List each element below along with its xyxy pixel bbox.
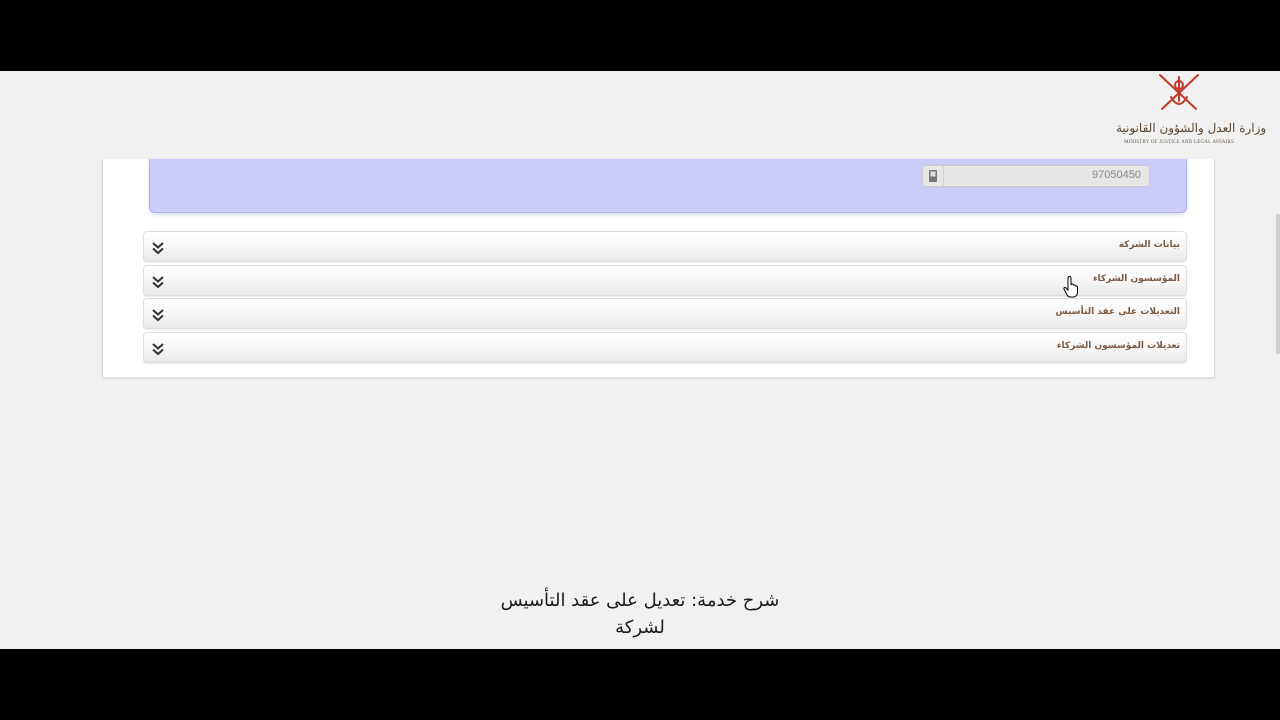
form-panel: 97050450 بيانات الشركة المؤسسون الشركاء [102, 159, 1215, 378]
accordion-label: التعديلات على عقد التأسيس [1055, 307, 1180, 317]
accordion-articles-amendments[interactable]: التعديلات على عقد التأسيس [143, 298, 1187, 329]
caption-line-1: شرح خدمة: تعديل على عقد التأسيس [500, 590, 780, 611]
accordion-partners-amendments[interactable]: تعديلات المؤسسون الشركاء [143, 331, 1187, 363]
screen: وزارة العدل والشؤون القانونية MINISTRY O… [0, 71, 1280, 649]
hand-pointer-icon [1063, 276, 1078, 298]
accordion-label: المؤسسون الشركاء [1092, 273, 1180, 284]
mobile-number-value: 97050450 [1092, 169, 1141, 181]
page-header: وزارة العدل والشؤون القانونية MINISTRY O… [0, 71, 1280, 159]
accordion-company-data[interactable]: بيانات الشركة [143, 231, 1187, 262]
accordion-list: بيانات الشركة المؤسسون الشركاء التعديلات… [143, 231, 1187, 365]
accordion-founding-partners[interactable]: المؤسسون الشركاء [143, 264, 1187, 296]
double-chevron-down-icon [152, 240, 164, 255]
double-chevron-down-icon [152, 307, 164, 322]
video-caption: شرح خدمة: تعديل على عقد التأسيس لشركة [440, 587, 840, 641]
mobile-number-field[interactable]: 97050450 [922, 165, 1150, 187]
accordion-label: بيانات الشركة [1118, 240, 1180, 250]
double-chevron-down-icon [152, 341, 164, 355]
accordion-label: تعديلات المؤسسون الشركاء [1056, 340, 1180, 351]
emblem-icon [1159, 74, 1199, 110]
logo-english-text: MINISTRY OF JUSTICE AND LEGAL AFFAIRS [1124, 140, 1234, 145]
page-scrollbar[interactable] [1276, 214, 1280, 354]
mobile-phone-icon [923, 166, 944, 186]
double-chevron-down-icon [152, 274, 164, 288]
logo-arabic-text: وزارة العدل والشؤون القانونية [1116, 121, 1267, 135]
ministry-logo: وزارة العدل والشؤون القانونية MINISTRY O… [1116, 71, 1267, 151]
contact-section: 97050450 [149, 159, 1187, 213]
caption-line-2: لشركة [615, 617, 665, 638]
